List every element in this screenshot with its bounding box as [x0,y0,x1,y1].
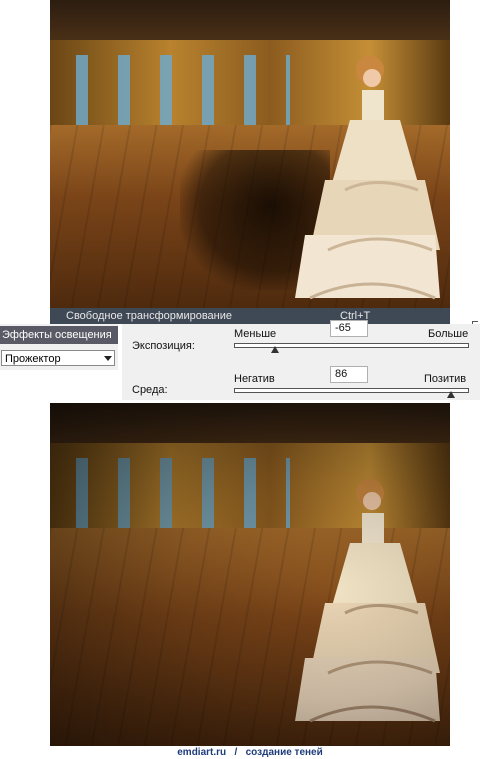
footer-caption: emdiart.ru / создание теней [0,746,500,759]
exposure-slider-track[interactable] [234,343,469,348]
site-link[interactable]: emdiart.ru [177,747,226,758]
ambience-label: Среда: [132,384,168,396]
exposure-max-label: Больше [428,328,469,340]
after-image [50,403,450,746]
chevron-down-icon [104,356,112,361]
panel-title: Эффекты освещения [0,326,118,344]
ambience-value-input[interactable]: 86 [330,366,368,383]
lighting-effects-panel: Эффекты освещения Прожектор [0,324,118,370]
ambience-min-label: Негатив [234,373,275,385]
exposure-label: Экспозиция: [132,340,195,352]
menu-item-free-transform[interactable]: Свободное трансформирование Ctrl+T [50,308,450,324]
caption-text: создание теней [245,747,323,758]
exposure-value-input[interactable]: -65 [330,320,368,337]
exposure-slider-thumb[interactable] [270,346,279,353]
ambience-slider-track[interactable] [234,388,469,393]
woman-in-gown-figure [295,56,440,300]
before-image [50,0,450,308]
light-properties-panel: Меньше -65 Больше Экспозиция: Негатив 86… [122,320,480,400]
light-style-value: Прожектор [5,353,61,365]
menu-item-label: Свободное трансформирование [66,310,232,322]
ambience-max-label: Позитив [424,373,467,385]
ambience-slider-thumb[interactable] [446,391,455,398]
light-style-select[interactable]: Прожектор [1,350,115,366]
exposure-min-label: Меньше [234,328,277,340]
